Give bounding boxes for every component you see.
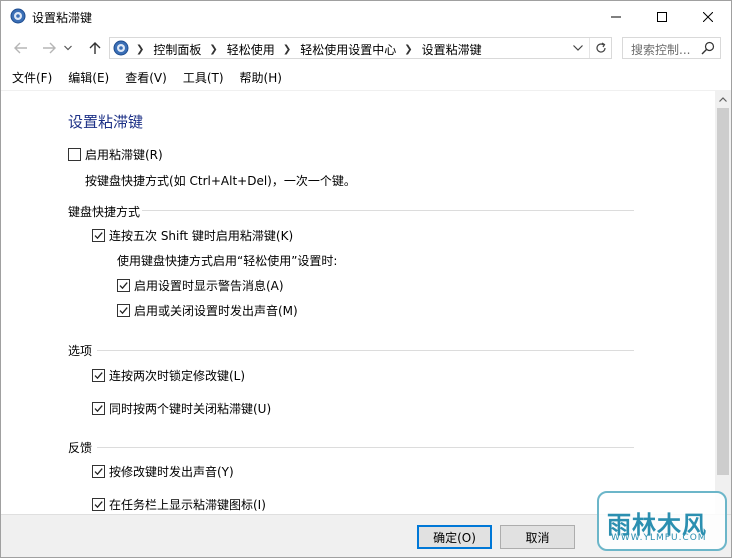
window-title: 设置粘滞键 [32,11,93,25]
chevron-right-icon[interactable]: ❯ [136,44,144,55]
ok-button[interactable]: 确定(O) [417,525,492,549]
address-bar[interactable]: ❯ 控制面板 ❯ 轻松使用 ❯ 轻松使用设置中心 ❯ 设置粘滞键 [109,37,612,59]
lock-modifier-checkbox[interactable]: 连按两次时锁定修改键(L) [92,367,245,384]
page-title: 设置粘滞键 [68,113,144,131]
maximize-icon [657,11,667,22]
play-sound-checkbox[interactable]: 启用或关闭设置时发出声音(M) [117,302,298,319]
back-button[interactable] [11,39,31,57]
section-divider [142,210,634,211]
menu-file[interactable]: 文件(F) [5,67,59,88]
maximize-button[interactable] [639,1,685,32]
chevron-right-icon[interactable]: ❯ [209,44,217,55]
taskbar-icon-label: 在任务栏上显示粘滞键图标(I) [109,498,266,512]
checkmark-icon [94,372,103,380]
chevron-right-icon[interactable]: ❯ [404,44,412,55]
breadcrumb-ease-of-access-center[interactable]: 轻松使用设置中心 [300,41,396,58]
beep-modifier-checkbox[interactable]: 按修改键时发出声音(Y) [92,463,234,480]
control-panel-icon [10,8,26,24]
scrollbar-thumb[interactable] [717,108,729,475]
menu-tools[interactable]: 工具(T) [176,67,231,88]
chevron-right-icon[interactable]: ❯ [283,44,291,55]
up-arrow-icon [89,42,101,54]
beep-modifier-label: 按修改键时发出声音(Y) [109,465,234,479]
forward-button[interactable] [39,39,59,57]
lock-modifier-label: 连按两次时锁定修改键(L) [109,369,246,383]
chevron-up-icon [719,96,727,102]
address-dropdown-button[interactable] [571,41,585,55]
enable-sticky-keys-label: 启用粘滞键(R) [85,148,163,162]
search-placeholder: 搜索控制... [631,43,691,57]
minimize-icon [611,16,621,17]
menu-bar: 文件(F) 编辑(E) 查看(V) 工具(T) 帮助(H) [1,64,731,91]
checkmark-icon [94,232,103,240]
search-input[interactable]: 搜索控制... [622,37,721,59]
breadcrumb-sticky-keys[interactable]: 设置粘滞键 [422,41,482,58]
breadcrumb-control-panel[interactable]: 控制面板 [153,41,201,58]
control-panel-icon [113,40,129,56]
close-button[interactable] [685,1,731,32]
menu-help[interactable]: 帮助(H) [233,67,289,88]
section-heading-keyboard-shortcut: 键盘快捷方式 [68,205,141,219]
checkbox-box[interactable] [92,402,105,415]
play-sound-label: 启用或关闭设置时发出声音(M) [134,304,298,318]
settings-content: 设置粘滞键 启用粘滞键(R) 按键盘快捷方式(如 Ctrl+Alt+Del)，一… [1,91,715,514]
forward-arrow-icon [43,42,56,54]
chevron-down-icon [573,45,583,51]
checkbox-box[interactable] [68,148,81,161]
checkbox-box[interactable] [92,229,105,242]
checkbox-box[interactable] [117,304,130,317]
refresh-button[interactable] [589,38,611,58]
shortcut-when-label: 使用键盘快捷方式启用“轻松使用”设置时: [117,254,338,268]
search-icon[interactable] [701,41,715,55]
up-button[interactable] [85,39,105,57]
menu-view[interactable]: 查看(V) [118,67,174,88]
checkmark-icon [94,468,103,476]
taskbar-icon-checkbox[interactable]: 在任务栏上显示粘滞键图标(I) [92,496,266,513]
recent-locations-button[interactable] [61,39,75,57]
checkmark-icon [119,282,128,290]
back-arrow-icon [14,42,27,54]
navigation-bar: ❯ 控制面板 ❯ 轻松使用 ❯ 轻松使用设置中心 ❯ 设置粘滞键 搜索控制... [1,32,731,64]
checkmark-icon [94,405,103,413]
cancel-button[interactable]: 取消 [500,525,575,549]
turn-off-two-keys-label: 同时按两个键时关闭粘滞键(U) [109,402,272,416]
minimize-button[interactable] [593,1,639,32]
sticky-keys-window: 设置粘滞键 ❯ 控制面板 ❯ 轻松使用 ❯ 轻松使用设置中心 ❯ 设置粘滞键 搜… [0,0,732,558]
breadcrumb: ❯ 控制面板 ❯ 轻松使用 ❯ 轻松使用设置中心 ❯ 设置粘滞键 [134,41,482,57]
enable-sticky-keys-checkbox[interactable]: 启用粘滞键(R) [68,146,163,163]
checkbox-box[interactable] [92,498,105,511]
checkmark-icon [119,307,128,315]
vertical-scrollbar[interactable] [715,91,731,514]
chevron-down-icon [64,45,72,51]
shift-five-times-checkbox[interactable]: 连按五次 Shift 键时启用粘滞键(K) [92,227,293,244]
turn-off-two-keys-checkbox[interactable]: 同时按两个键时关闭粘滞键(U) [92,400,271,417]
show-warning-label: 启用设置时显示警告消息(A) [134,279,284,293]
watermark-url: WWW.YLMFU.COM [611,533,707,543]
scroll-up-button[interactable] [715,91,731,107]
section-divider [97,350,634,351]
show-warning-checkbox[interactable]: 启用设置时显示警告消息(A) [117,277,284,294]
checkmark-icon [94,501,103,509]
section-heading-feedback: 反馈 [68,441,93,455]
section-heading-options: 选项 [68,344,93,358]
shift-five-times-label: 连按五次 Shift 键时启用粘滞键(K) [109,229,294,243]
breadcrumb-ease-of-access[interactable]: 轻松使用 [227,41,275,58]
section-divider [97,447,634,448]
close-icon [703,11,713,22]
site-watermark-logo: 雨林木风 WWW.YLMFU.COM [597,491,729,553]
menu-edit[interactable]: 编辑(E) [61,67,116,88]
refresh-icon [595,42,606,53]
checkbox-box[interactable] [117,279,130,292]
checkbox-box[interactable] [92,369,105,382]
enable-sticky-keys-description: 按键盘快捷方式(如 Ctrl+Alt+Del)，一次一个键。 [85,174,356,188]
title-bar: 设置粘滞键 [1,1,731,32]
checkbox-box[interactable] [92,465,105,478]
